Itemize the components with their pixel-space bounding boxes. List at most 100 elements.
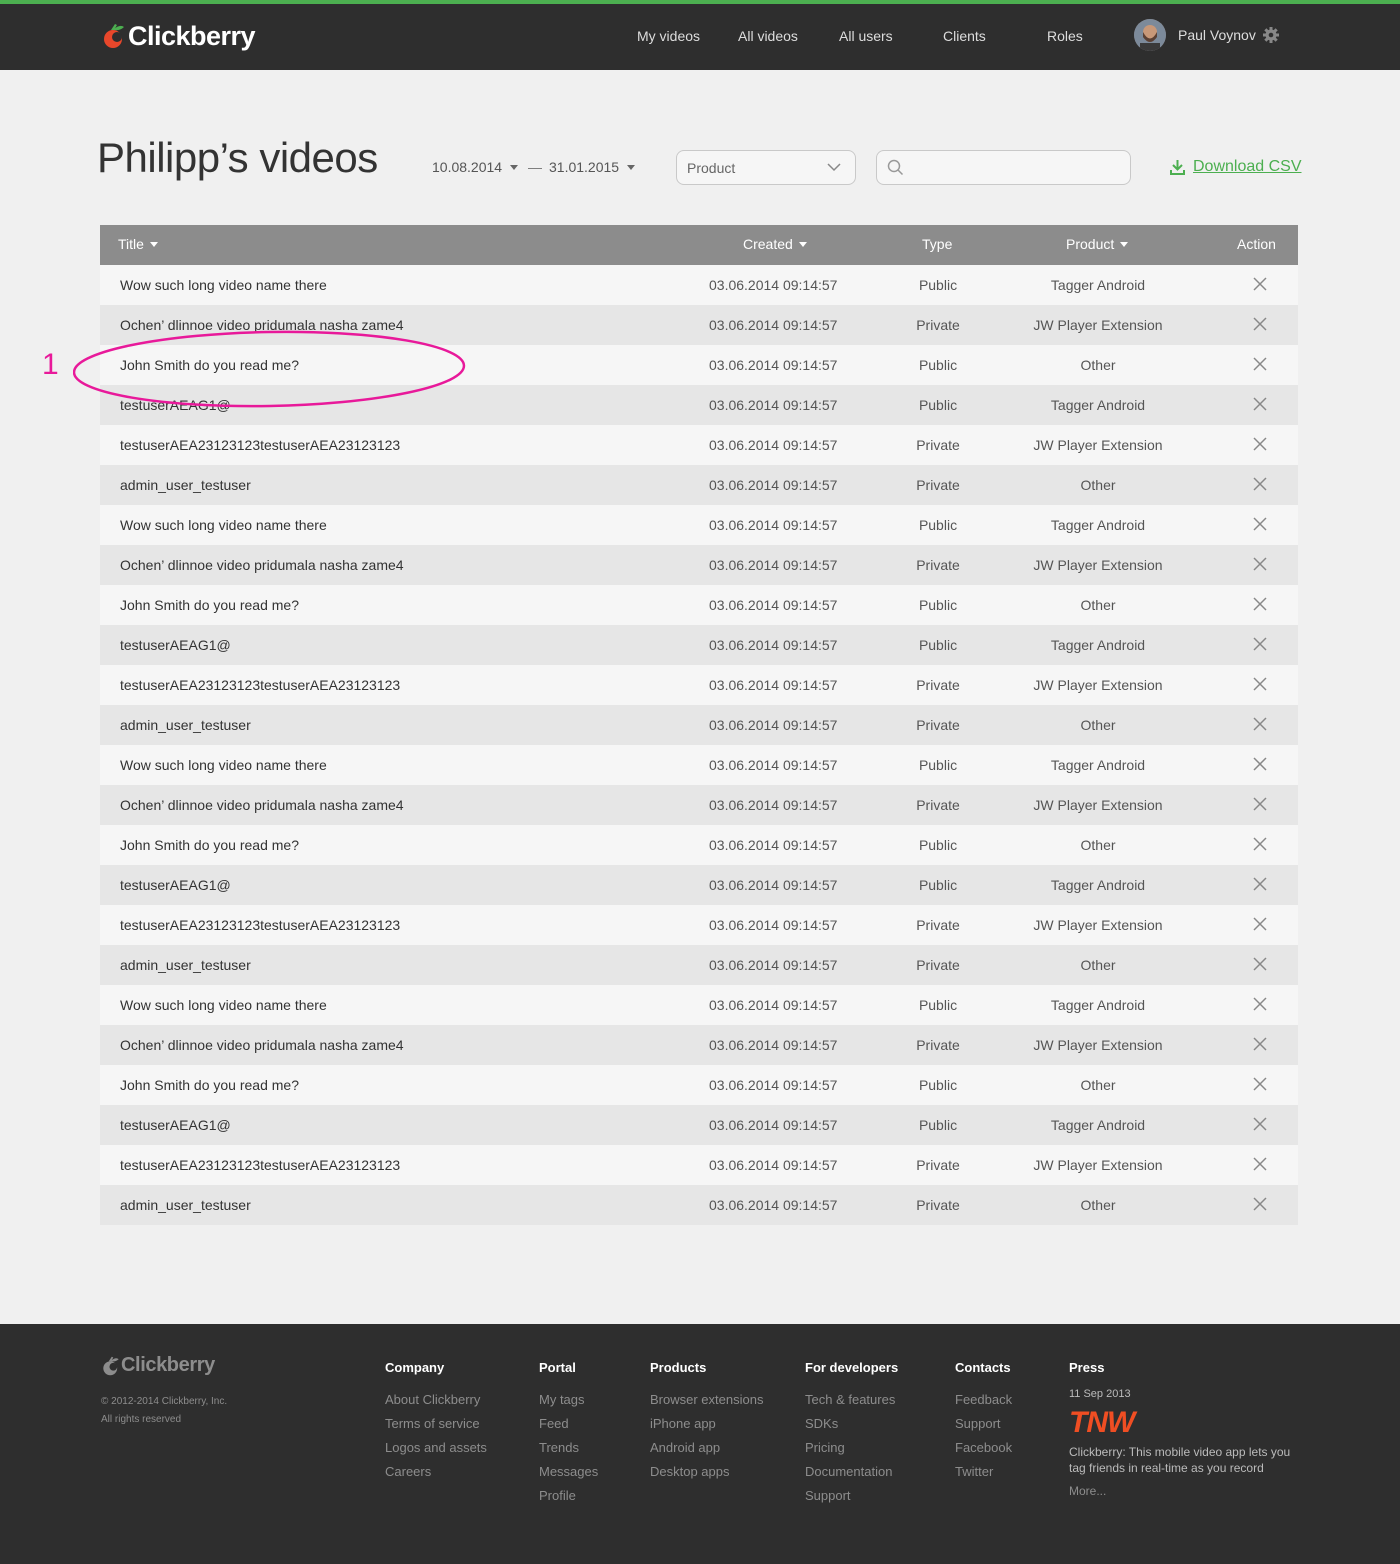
footer-column-heading: Products — [650, 1360, 707, 1375]
table-row[interactable]: testuserAEA23123123testuserAEA23123123 03… — [100, 905, 1298, 945]
table-row[interactable]: Ochen’ dlinnoe video pridumala nasha zam… — [100, 785, 1298, 825]
footer-link[interactable]: Terms of service — [385, 1412, 487, 1436]
nav-all-users[interactable]: All users — [839, 28, 893, 44]
footer-link[interactable]: Pricing — [805, 1436, 898, 1460]
delete-icon[interactable] — [1253, 477, 1267, 491]
column-title-header[interactable]: Title — [118, 236, 158, 252]
footer-logo[interactable]: Clickberry — [101, 1354, 215, 1377]
delete-icon[interactable] — [1253, 357, 1267, 371]
cell-created: 03.06.2014 09:14:57 — [709, 597, 838, 613]
delete-icon[interactable] — [1253, 677, 1267, 691]
delete-icon[interactable] — [1253, 637, 1267, 651]
footer-link[interactable]: About Clickberry — [385, 1388, 487, 1412]
cell-title: testuserAEAG1@ — [120, 877, 231, 893]
table-row[interactable]: testuserAEA23123123testuserAEA23123123 03… — [100, 1145, 1298, 1185]
delete-icon[interactable] — [1253, 517, 1267, 531]
tnw-logo[interactable]: TNW — [1069, 1406, 1309, 1440]
table-row[interactable]: testuserAEAG1@ 03.06.2014 09:14:57 Public T… — [100, 625, 1298, 665]
footer-link[interactable]: iPhone app — [650, 1412, 763, 1436]
delete-icon[interactable] — [1253, 317, 1267, 331]
nav-clients[interactable]: Clients — [943, 28, 986, 44]
footer-link[interactable]: Profile — [539, 1484, 598, 1508]
footer-link[interactable]: Twitter — [955, 1460, 1012, 1484]
delete-icon[interactable] — [1253, 957, 1267, 971]
site-header: Clickberry My videos All videos All user… — [0, 4, 1400, 70]
table-row[interactable]: testuserAEA23123123testuserAEA23123123 03… — [100, 665, 1298, 705]
column-created-header[interactable]: Created — [743, 236, 807, 252]
delete-icon[interactable] — [1253, 1077, 1267, 1091]
delete-icon[interactable] — [1253, 757, 1267, 771]
search-input[interactable] — [911, 157, 1121, 179]
delete-icon[interactable] — [1253, 597, 1267, 611]
footer-link[interactable]: Feed — [539, 1412, 598, 1436]
avatar[interactable] — [1134, 19, 1166, 51]
table-row[interactable]: Wow such long video name there 03.06.2014… — [100, 985, 1298, 1025]
delete-icon[interactable] — [1253, 917, 1267, 931]
delete-icon[interactable] — [1253, 437, 1267, 451]
table-row[interactable]: testuserAEAG1@ 03.06.2014 09:14:57 Public T… — [100, 1105, 1298, 1145]
delete-icon[interactable] — [1253, 1157, 1267, 1171]
footer-link[interactable]: Browser extensions — [650, 1388, 763, 1412]
delete-icon[interactable] — [1253, 717, 1267, 731]
cell-created: 03.06.2014 09:14:57 — [709, 397, 838, 413]
table-row[interactable]: Wow such long video name there 03.06.2014… — [100, 265, 1298, 305]
table-row[interactable]: John Smith do you read me? 03.06.2014 09:… — [100, 825, 1298, 865]
press-article-text[interactable]: Clickberry: This mobile video app lets y… — [1069, 1444, 1309, 1476]
table-row[interactable]: admin_user_testuser 03.06.2014 09:14:57 Pr… — [100, 1185, 1298, 1225]
table-row[interactable]: admin_user_testuser 03.06.2014 09:14:57 Pr… — [100, 945, 1298, 985]
table-row[interactable]: Wow such long video name there 03.06.2014… — [100, 505, 1298, 545]
footer-link[interactable]: Documentation — [805, 1460, 898, 1484]
table-row[interactable]: testuserAEA23123123testuserAEA23123123 03… — [100, 425, 1298, 465]
footer-link[interactable]: Android app — [650, 1436, 763, 1460]
nav-my-videos[interactable]: My videos — [637, 28, 700, 44]
table-row[interactable]: John Smith do you read me? 03.06.2014 09:… — [100, 1065, 1298, 1105]
table-row[interactable]: Wow such long video name there 03.06.2014… — [100, 745, 1298, 785]
table-row[interactable]: admin_user_testuser 03.06.2014 09:14:57 Pr… — [100, 465, 1298, 505]
user-menu[interactable]: Paul Voynov — [1134, 19, 1280, 51]
footer-link[interactable]: Careers — [385, 1460, 487, 1484]
delete-icon[interactable] — [1253, 1197, 1267, 1211]
table-row[interactable]: Ochen’ dlinnoe video pridumala nasha zam… — [100, 545, 1298, 585]
column-product-header[interactable]: Product — [1066, 236, 1129, 252]
footer-link[interactable]: SDKs — [805, 1412, 898, 1436]
table-row[interactable]: Ochen’ dlinnoe video pridumala nasha zam… — [100, 1025, 1298, 1065]
footer-link[interactable]: Logos and assets — [385, 1436, 487, 1460]
cell-title: admin_user_testuser — [120, 717, 251, 733]
table-row[interactable]: testuserAEAG1@ 03.06.2014 09:14:57 Public T… — [100, 865, 1298, 905]
footer-link[interactable]: Support — [805, 1484, 898, 1508]
delete-icon[interactable] — [1253, 557, 1267, 571]
table-row[interactable]: admin_user_testuser 03.06.2014 09:14:57 Pr… — [100, 705, 1298, 745]
delete-icon[interactable] — [1253, 277, 1267, 291]
product-select[interactable]: Product — [676, 150, 856, 185]
gear-icon[interactable] — [1262, 26, 1280, 44]
cell-created: 03.06.2014 09:14:57 — [709, 517, 838, 533]
footer-link[interactable]: Facebook — [955, 1436, 1012, 1460]
date-from-picker[interactable]: 10.08.2014 — [432, 159, 519, 175]
footer-link[interactable]: My tags — [539, 1388, 598, 1412]
clickberry-logo[interactable]: Clickberry — [101, 18, 256, 54]
cell-created: 03.06.2014 09:14:57 — [709, 637, 838, 653]
delete-icon[interactable] — [1253, 797, 1267, 811]
nav-roles[interactable]: Roles — [1047, 28, 1083, 44]
footer-link[interactable]: Support — [955, 1412, 1012, 1436]
download-csv-link[interactable]: Download CSV — [1170, 158, 1302, 176]
site-footer: Clickberry © 2012-2014 Clickberry, Inc. … — [0, 1324, 1400, 1564]
footer-link[interactable]: Feedback — [955, 1388, 1012, 1412]
press-more-link[interactable]: More... — [1069, 1484, 1309, 1498]
table-row[interactable]: John Smith do you read me? 03.06.2014 09:… — [100, 585, 1298, 625]
nav-all-videos[interactable]: All videos — [738, 28, 798, 44]
delete-icon[interactable] — [1253, 837, 1267, 851]
footer-link[interactable]: Tech & features — [805, 1388, 898, 1412]
footer-link[interactable]: Desktop apps — [650, 1460, 763, 1484]
rights-text: All rights reserved — [101, 1414, 182, 1425]
delete-icon[interactable] — [1253, 1037, 1267, 1051]
footer-link[interactable]: Trends — [539, 1436, 598, 1460]
delete-icon[interactable] — [1253, 397, 1267, 411]
date-to-picker[interactable]: 31.01.2015 — [549, 159, 636, 175]
delete-icon[interactable] — [1253, 997, 1267, 1011]
berry-icon — [103, 1356, 119, 1375]
delete-icon[interactable] — [1253, 877, 1267, 891]
delete-icon[interactable] — [1253, 1117, 1267, 1131]
search-box[interactable] — [876, 150, 1131, 185]
footer-link[interactable]: Messages — [539, 1460, 598, 1484]
